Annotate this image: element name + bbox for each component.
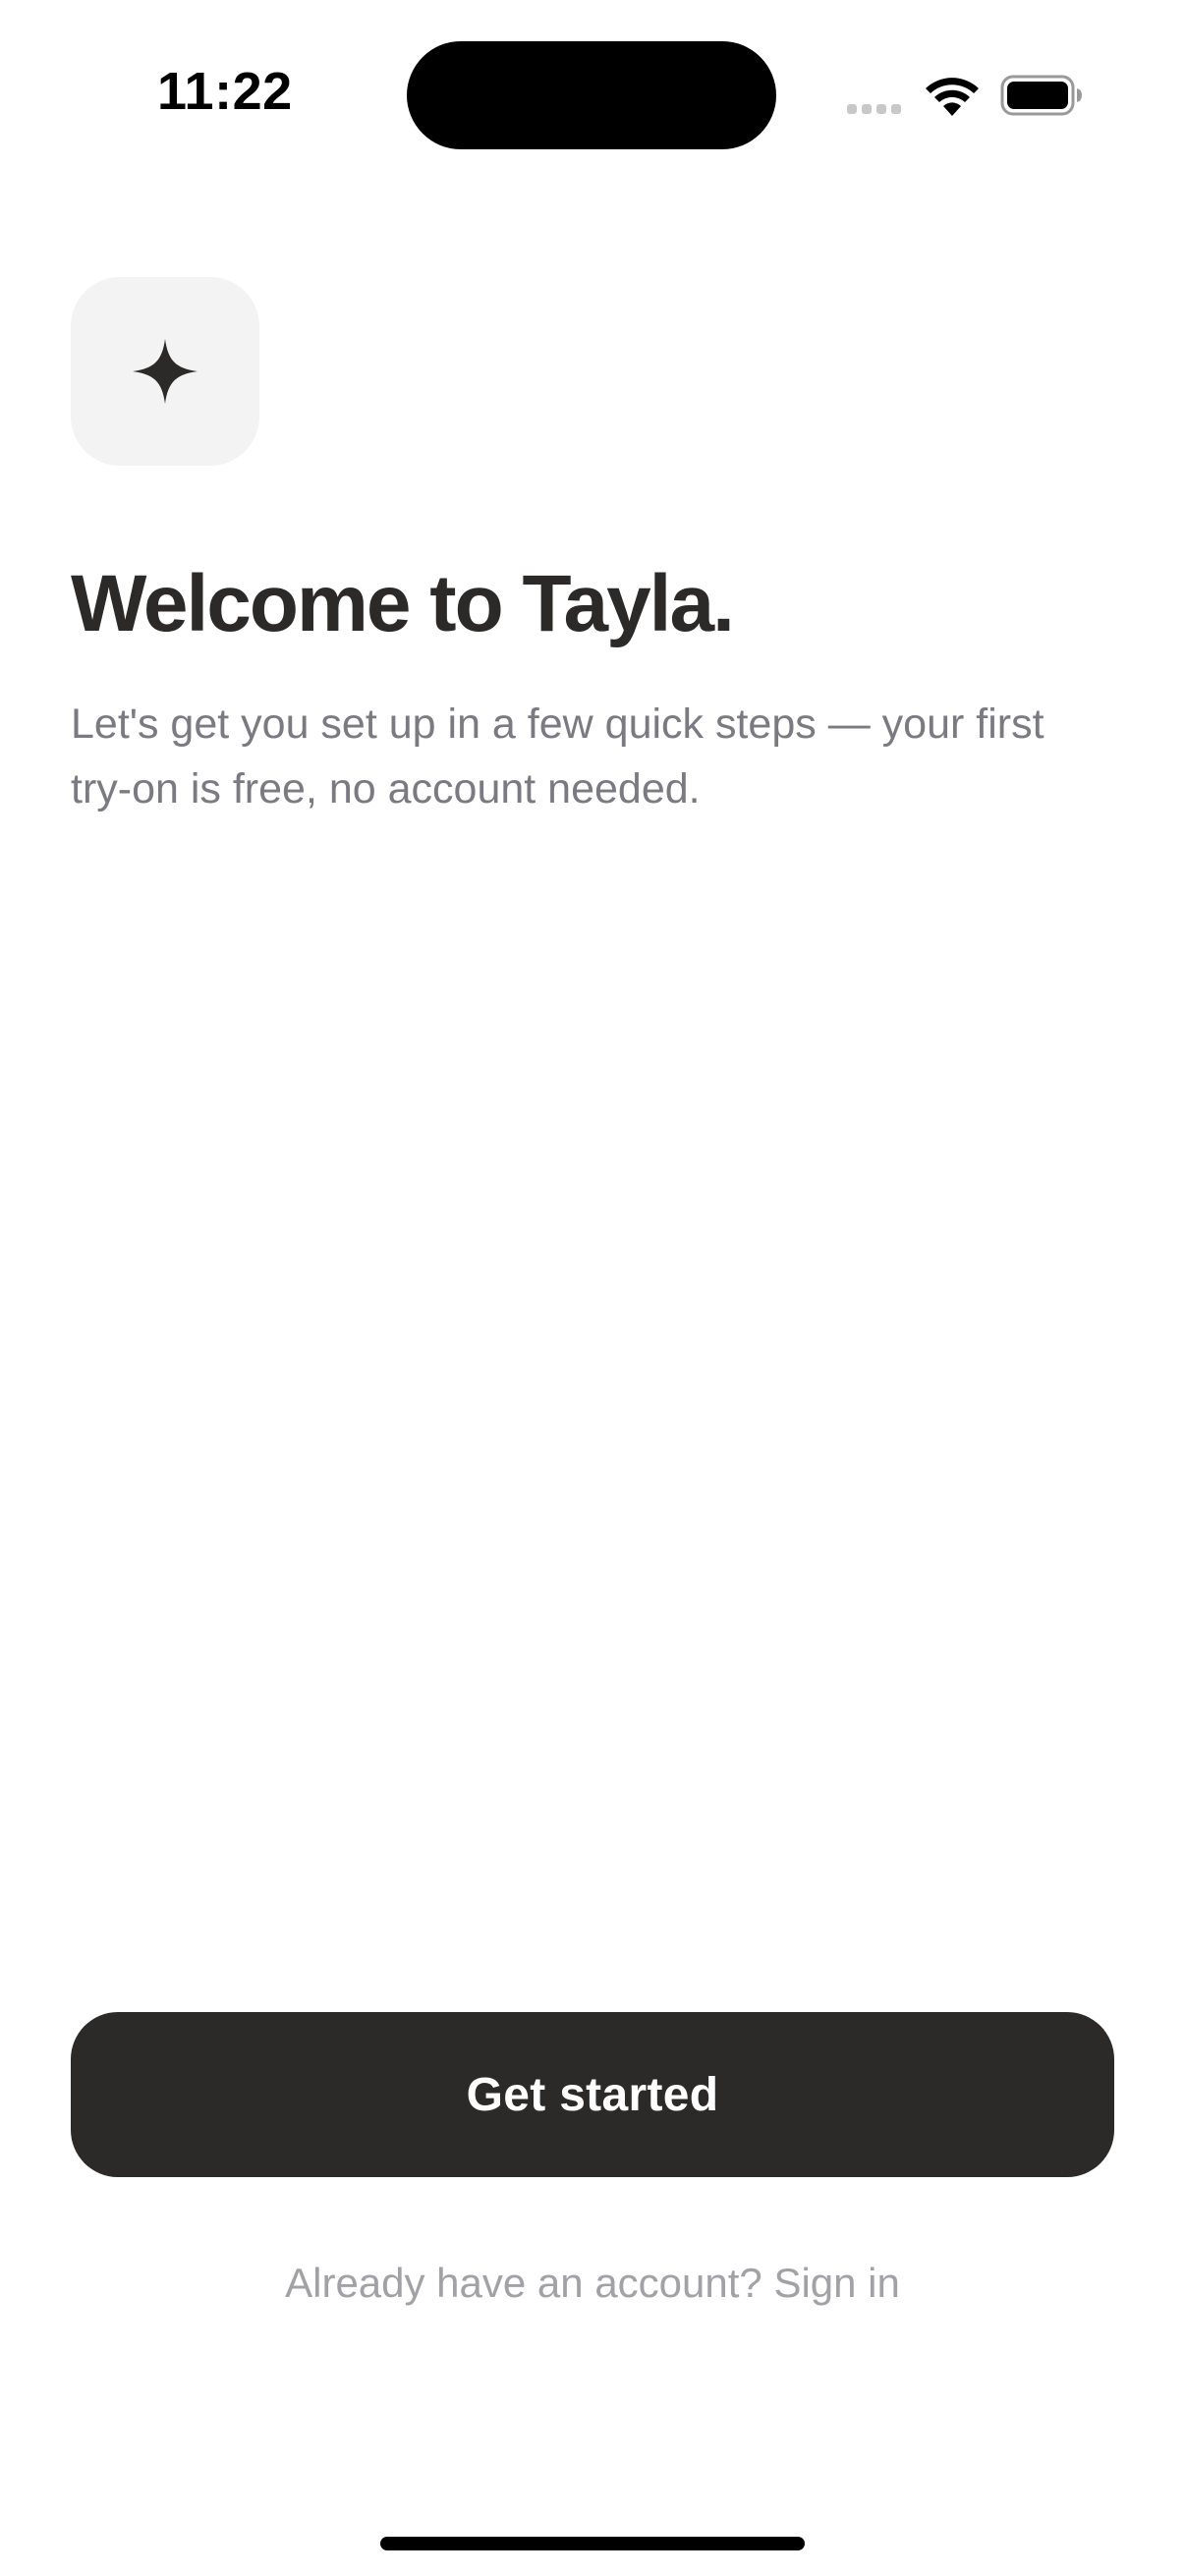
home-indicator[interactable] xyxy=(380,2537,805,2550)
sign-in-link[interactable]: Already have an account? Sign in xyxy=(0,2260,1185,2307)
dynamic-island xyxy=(407,41,776,149)
sparkle-icon xyxy=(133,339,198,404)
cellular-signal-icon xyxy=(847,104,901,114)
get-started-button[interactable]: Get started xyxy=(71,2012,1114,2177)
page-subtitle: Let's get you set up in a few quick step… xyxy=(71,700,1044,812)
wifi-icon xyxy=(924,73,981,116)
status-bar-time: 11:22 xyxy=(157,62,293,121)
page-title: Welcome to Tayla. xyxy=(71,559,735,648)
battery-icon xyxy=(1000,75,1083,116)
app-icon-tile xyxy=(71,277,259,466)
